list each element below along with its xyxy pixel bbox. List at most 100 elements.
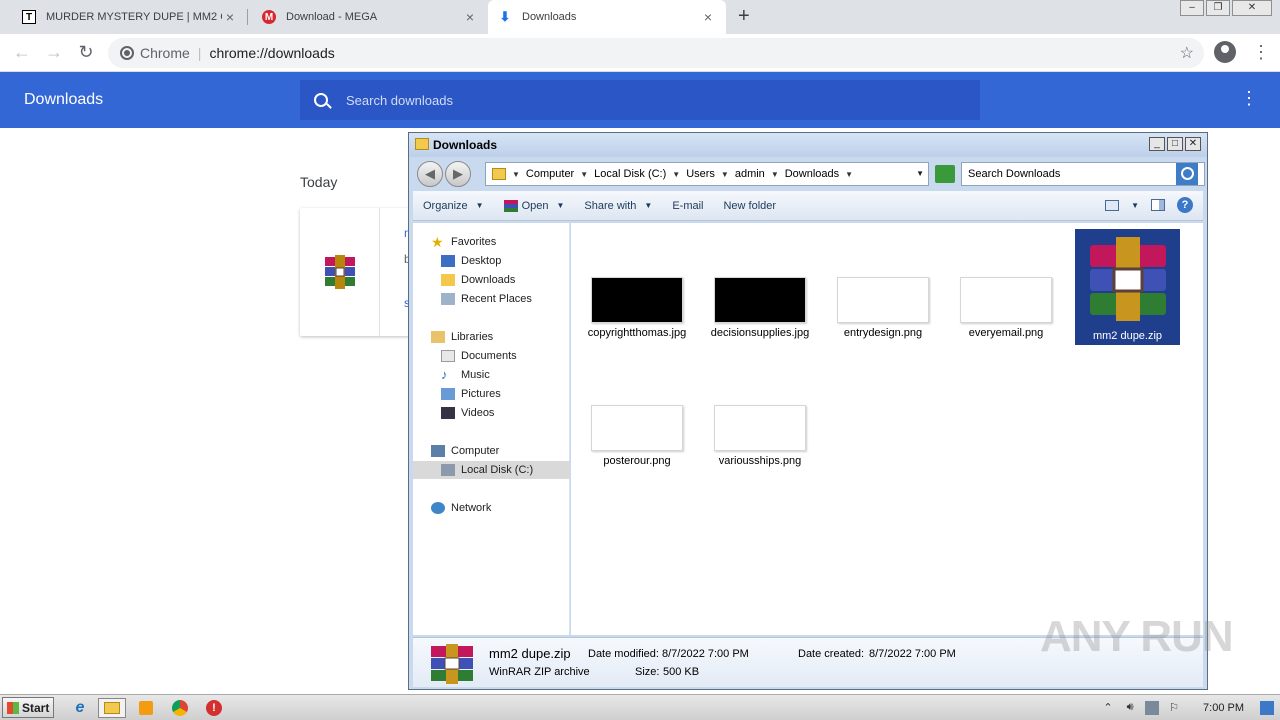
file-name: entrydesign.png <box>843 327 923 339</box>
file-view: copyrightthomas.jpg decisionsupplies.jpg… <box>571 223 1203 635</box>
file-name: mm2 dupe.zip <box>1092 330 1163 342</box>
volume-icon[interactable]: 🔊︎ <box>1123 701 1137 715</box>
nav-label: Music <box>461 369 490 381</box>
explorer-search[interactable] <box>961 162 1205 186</box>
forward-button[interactable]: ▶ <box>445 161 471 187</box>
file-item[interactable]: variousships.png <box>706 405 814 468</box>
breadcrumb-computer[interactable]: Computer <box>526 168 574 180</box>
nav-label: Desktop <box>461 255 502 267</box>
minimize-button[interactable]: _ <box>1149 137 1165 151</box>
chevron-down-icon[interactable]: ▼ <box>672 170 680 179</box>
close-button[interactable]: ✕ <box>1185 137 1201 151</box>
chevron-down-icon[interactable]: ▼ <box>771 170 779 179</box>
nav-local-disk[interactable]: Local Disk (C:) <box>413 461 570 479</box>
breadcrumb-admin[interactable]: admin <box>735 168 765 180</box>
winrar-icon <box>324 255 355 289</box>
downloads-search[interactable] <box>300 80 980 120</box>
chevron-down-icon[interactable]: ▼ <box>721 170 729 179</box>
close-icon[interactable]: × <box>462 9 478 25</box>
nav-label: Pictures <box>461 388 501 400</box>
nav-computer[interactable]: Computer <box>431 442 499 460</box>
clock[interactable]: 7:00 PM <box>1203 702 1244 714</box>
chevron-down-icon[interactable]: ▼ <box>580 170 588 179</box>
breadcrumb-local-disk[interactable]: Local Disk (C:) <box>594 168 666 180</box>
file-item[interactable]: everyemail.png <box>952 277 1060 340</box>
nav-pictures[interactable]: Pictures <box>441 385 501 403</box>
flag-icon[interactable]: ⚐ <box>1167 701 1181 715</box>
new-folder-button[interactable]: New folder <box>713 200 786 212</box>
email-button[interactable]: E-mail <box>662 200 713 212</box>
ie-icon[interactable]: e <box>66 698 94 718</box>
nav-recent-places[interactable]: Recent Places <box>441 290 532 308</box>
downloads-menu-icon[interactable]: ⋮ <box>1240 88 1258 109</box>
nav-network[interactable]: Network <box>431 499 491 517</box>
file-item[interactable]: copyrightthomas.jpg <box>583 277 691 340</box>
history-dropdown-icon[interactable]: ▼ <box>916 169 924 178</box>
file-item[interactable]: posterour.png <box>583 405 691 468</box>
start-button[interactable]: Start <box>2 697 54 718</box>
download-icon: ⬇ <box>499 9 511 24</box>
file-item[interactable]: entrydesign.png <box>829 277 937 340</box>
address-bar[interactable]: Chrome | chrome://downloads ☆ <box>108 38 1204 68</box>
system-tray: ⌃ 🔊︎ ⚐ 7:00 PM <box>1101 695 1280 720</box>
share-with-button[interactable]: Share with ▼ <box>574 200 662 212</box>
chevron-down-icon: ▼ <box>475 201 484 210</box>
close-window-button[interactable]: ✕ <box>1232 0 1272 16</box>
organize-button[interactable]: Organize ▼ <box>413 200 494 212</box>
url-text[interactable]: chrome://downloads <box>209 45 334 61</box>
close-icon[interactable]: × <box>222 9 238 25</box>
forward-button[interactable]: → <box>42 42 66 63</box>
explorer-title-bar[interactable]: Downloads _ □ ✕ <box>409 133 1207 157</box>
chrome-taskbar-icon[interactable] <box>166 698 194 718</box>
folder-icon <box>415 138 429 150</box>
nav-documents[interactable]: Documents <box>441 347 517 365</box>
command-label: Open <box>521 199 549 212</box>
help-icon[interactable]: ? <box>1177 197 1193 213</box>
profile-avatar-icon[interactable] <box>1214 41 1236 63</box>
breadcrumb-downloads[interactable]: Downloads <box>785 168 839 180</box>
search-icon[interactable] <box>1176 163 1198 185</box>
nav-label: Videos <box>461 407 495 419</box>
tab-murder-mystery[interactable]: T MURDER MYSTERY DUPE | MM2 CHE × <box>12 0 248 34</box>
nav-music[interactable]: ♪ Music <box>441 366 490 384</box>
file-item-selected[interactable]: mm2 dupe.zip <box>1075 229 1180 345</box>
open-button[interactable]: Open ▼ <box>494 199 575 212</box>
chevron-up-icon[interactable]: ⌃ <box>1101 701 1115 715</box>
show-desktop-icon[interactable] <box>1260 701 1274 715</box>
file-item[interactable]: decisionsupplies.jpg <box>706 277 814 340</box>
chrome-menu-icon[interactable]: ⋮ <box>1252 42 1270 63</box>
tab-downloads[interactable]: ⬇ Downloads × <box>488 0 726 34</box>
maximize-button[interactable]: □ <box>1167 137 1183 151</box>
nav-downloads[interactable]: Downloads <box>441 271 515 289</box>
media-player-icon[interactable] <box>132 698 160 718</box>
reload-button[interactable]: ↻ <box>74 42 98 63</box>
explorer-taskbar-icon[interactable] <box>98 698 126 718</box>
close-icon[interactable]: × <box>700 9 716 25</box>
minimize-button[interactable]: – <box>1180 0 1204 16</box>
search-input[interactable] <box>346 92 946 108</box>
new-tab-button[interactable]: + <box>738 5 750 28</box>
nav-videos[interactable]: Videos <box>441 404 494 422</box>
refresh-icon[interactable] <box>935 165 955 183</box>
chevron-down-icon[interactable]: ▼ <box>512 170 520 179</box>
preview-pane-icon[interactable] <box>1151 199 1165 211</box>
tab-mega[interactable]: M Download - MEGA × <box>252 0 488 34</box>
chevron-down-icon[interactable]: ▼ <box>845 170 853 179</box>
breadcrumb[interactable]: ▼ Computer ▼ Local Disk (C:) ▼ Users ▼ a… <box>485 162 929 186</box>
breadcrumb-users[interactable]: Users <box>686 168 715 180</box>
nav-desktop[interactable]: Desktop <box>441 252 501 270</box>
back-button[interactable]: ← <box>10 42 34 63</box>
folder-icon <box>104 702 120 714</box>
bookmark-star-icon[interactable]: ☆ <box>1180 43 1194 63</box>
nav-favorites[interactable]: ★ Favorites <box>431 233 496 251</box>
back-button[interactable]: ◀ <box>417 161 443 187</box>
search-icon <box>314 93 328 107</box>
search-input[interactable] <box>962 168 1176 180</box>
stop-icon[interactable]: ! <box>200 698 228 718</box>
chevron-down-icon[interactable]: ▼ <box>1131 201 1139 210</box>
tab-label: MURDER MYSTERY DUPE | MM2 CHE <box>46 11 222 23</box>
change-view-icon[interactable] <box>1105 199 1120 211</box>
nav-libraries[interactable]: Libraries <box>431 328 493 346</box>
network-tray-icon[interactable] <box>1145 701 1160 715</box>
restore-button[interactable]: ❐ <box>1206 0 1230 16</box>
